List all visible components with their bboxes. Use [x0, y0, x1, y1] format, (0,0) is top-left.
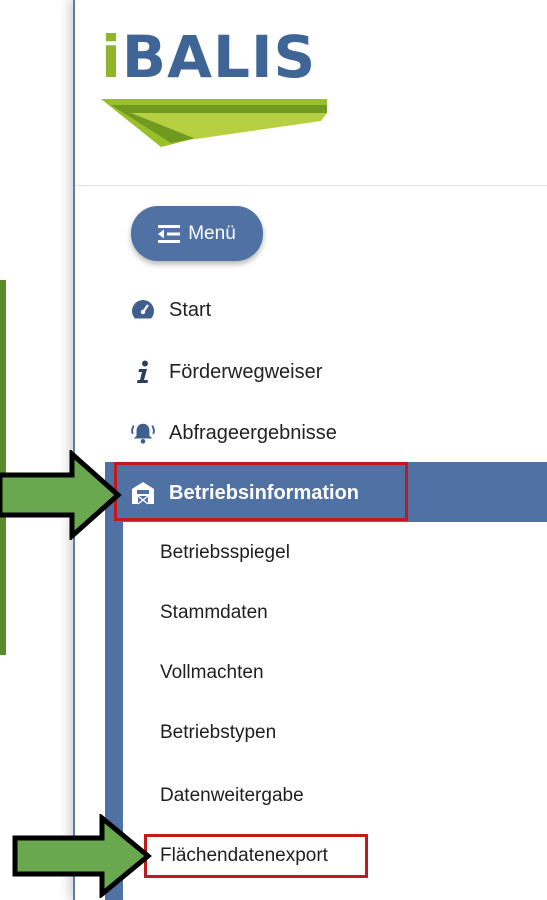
sidebar-item-label: Start	[169, 298, 212, 321]
info-icon	[131, 360, 155, 384]
highlight-box-betriebsinformation	[114, 462, 408, 521]
ibalis-logo: iBALIS	[101, 23, 317, 91]
sidebar-item-start[interactable]: Start	[131, 290, 211, 330]
sidebar-item-foerderwegweiser[interactable]: Förderwegweiser	[131, 352, 322, 392]
logo-area: iBALIS	[75, 0, 547, 186]
pointer-arrow-betriebsinformation	[0, 450, 122, 540]
highlight-box-flaechendatenexport	[144, 834, 368, 878]
bell-icon	[131, 421, 155, 445]
submenu-item-stammdaten[interactable]: Stammdaten	[160, 595, 268, 631]
submenu-item-betriebsspiegel[interactable]: Betriebsspiegel	[160, 535, 290, 571]
sidebar-panel: iBALIS Menü Start Förderwegweiser Abfrag…	[73, 0, 547, 900]
logo-wedge-graphic	[101, 99, 327, 147]
menu-collapse-icon	[158, 224, 181, 243]
submenu-item-datenweitergabe[interactable]: Datenweitergabe	[160, 778, 304, 814]
submenu-item-betriebstypen[interactable]: Betriebstypen	[160, 715, 276, 751]
menu-button[interactable]: Menü	[131, 206, 263, 261]
speedometer-icon	[131, 298, 155, 322]
sidebar-item-label: Förderwegweiser	[169, 360, 323, 383]
submenu-item-vollmachten[interactable]: Vollmachten	[160, 655, 264, 691]
sidebar-item-label: Abfrageergebnisse	[169, 421, 337, 444]
pointer-arrow-flaechendatenexport	[12, 814, 152, 898]
sidebar-item-abfrageergebnisse[interactable]: Abfrageergebnisse	[131, 413, 337, 453]
menu-button-label: Menü	[188, 222, 236, 244]
